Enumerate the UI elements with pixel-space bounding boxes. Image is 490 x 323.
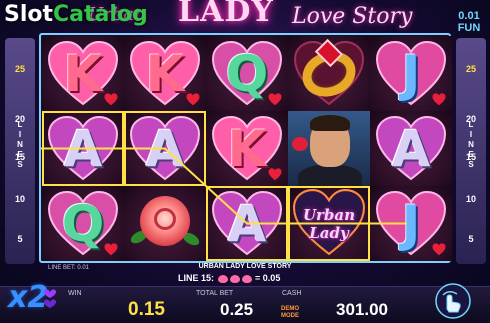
lines-letter: E — [468, 150, 474, 159]
lines-letter: N — [17, 140, 23, 149]
lines-letter: L — [468, 120, 474, 129]
lines-letter: N — [468, 140, 474, 149]
heart-symbol-icon — [217, 274, 228, 283]
reels-grid: K A Q K A Q K A Urban Lady J A J — [39, 33, 452, 263]
game-name: URBAN LADY LOVE STORY — [198, 263, 292, 270]
win-value: 0.15 — [128, 299, 165, 320]
header: Urban LADY Love Story SlotCatalog 0.01 F… — [0, 0, 490, 36]
heart-symbol-icon — [229, 274, 240, 283]
line-win-amount: = 0.05 — [255, 273, 281, 283]
payline — [41, 147, 407, 225]
line-win-prefix: LINE 15: — [178, 273, 215, 283]
lines-panel-right[interactable]: 25 20 15 10 5 L I N E S — [456, 38, 486, 264]
line-number[interactable]: 10 — [456, 194, 486, 204]
logo-slot-text: Slot — [4, 2, 54, 27]
line-number[interactable]: 25 — [5, 64, 35, 74]
line-number[interactable]: 5 — [5, 234, 35, 244]
line-number[interactable]: 25 — [456, 64, 486, 74]
hearts-stack-icon[interactable] — [40, 284, 60, 314]
line-number[interactable]: 10 — [5, 194, 35, 204]
hand-tap-icon[interactable] — [432, 282, 474, 320]
slotcatalog-logo: SlotCatalog — [4, 2, 148, 27]
demo-mode-badge: DEMO MODE — [281, 306, 299, 320]
lines-letter: E — [17, 150, 23, 159]
lines-letter: I — [18, 130, 22, 139]
cash-value: 301.00 — [336, 300, 388, 319]
mode-text: MODE — [281, 313, 299, 319]
lines-letter: S — [17, 160, 23, 169]
line-number[interactable]: 5 — [456, 234, 486, 244]
title-lady: LADY — [178, 0, 274, 29]
lines-letter: S — [468, 160, 474, 169]
line-win-info: LINE 15: = 0.05 — [178, 273, 280, 283]
game-stage: Urban LADY Love Story SlotCatalog 0.01 F… — [0, 0, 490, 323]
lines-letter: L — [17, 120, 23, 129]
logo-catalog-text: Catalog — [53, 2, 148, 27]
win-label: WIN — [68, 290, 82, 297]
coin-mode: FUN — [457, 22, 481, 34]
lines-letter: I — [469, 130, 473, 139]
lines-label: L I N E S — [456, 120, 486, 170]
demo-text: DEMO — [281, 306, 299, 312]
title-love-story: Love Story — [292, 4, 413, 29]
heart-symbol-icon — [241, 274, 252, 283]
coin-value: 0.01 — [458, 10, 480, 22]
total-bet-value[interactable]: 0.25 — [220, 300, 253, 320]
coin-value-button[interactable]: 0.01 FUN — [452, 10, 486, 34]
lines-panel-left[interactable]: 25 20 15 10 5 L I N E S — [5, 38, 35, 264]
bottom-bar: WIN 0.15 TOTAL BET 0.25 CASH DEMO MODE 3… — [0, 286, 490, 323]
cash-label: CASH — [282, 290, 302, 297]
total-bet-label: TOTAL BET — [196, 290, 234, 297]
lines-label: L I N E S — [5, 120, 35, 170]
